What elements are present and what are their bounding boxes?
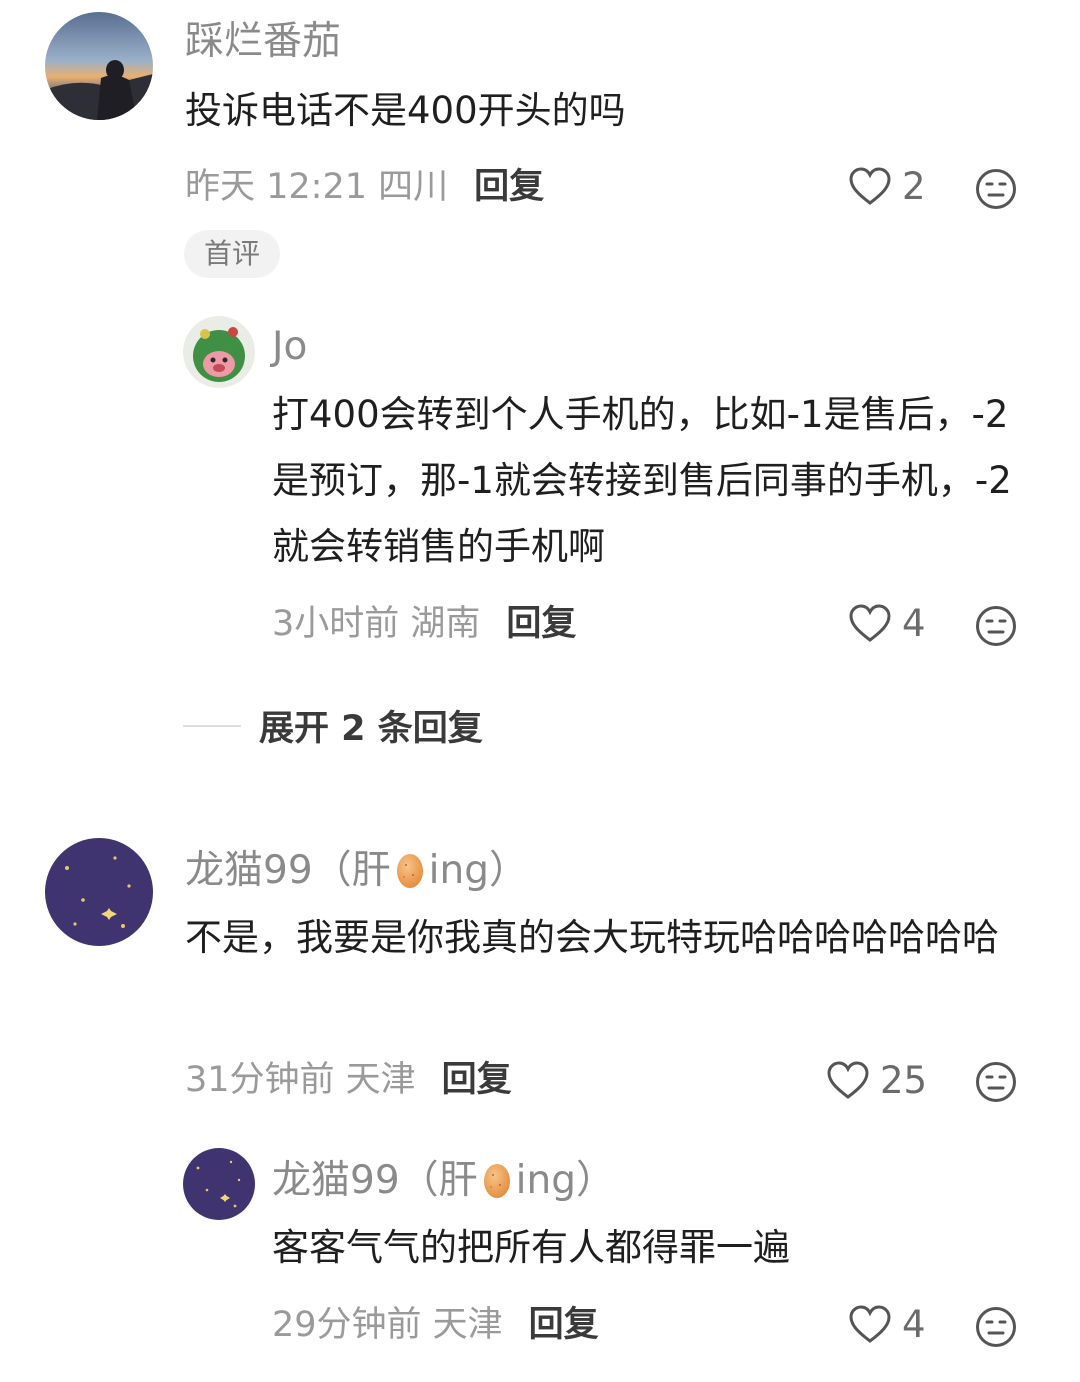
reply-avatar[interactable] [183,1148,255,1220]
reply-button[interactable]: 回复 [529,1305,599,1345]
username-suffix: ing） [515,1158,615,1203]
heart-icon [827,1061,869,1099]
comment-meta: 昨天 12:21 四川 回复 [185,170,544,205]
heart-icon [849,167,891,205]
first-comment-badge: 首评 [184,230,281,278]
comment-text: 投诉电话不是400开头的吗 [185,89,626,132]
meh-face-icon[interactable] [975,1306,1017,1348]
commenter-avatar[interactable] [45,12,153,120]
like-button[interactable]: 25 [826,1060,927,1100]
comment-time-location: 昨天 12:21 四川 [185,167,449,207]
comment-username[interactable]: 踩烂番茄 [185,22,341,61]
expand-replies-label: 展开 2 条回复 [259,709,483,749]
green-plush-avatar [183,316,255,388]
like-count: 25 [880,1058,928,1102]
reply-time-location: 29分钟前 天津 [272,1305,503,1345]
username-prefix: 龙猫99（肝 [272,1158,478,1203]
heart-icon [849,1305,891,1343]
purple-stars-avatar [45,838,153,946]
meh-face-icon[interactable] [975,168,1017,210]
egg-icon [396,854,423,888]
like-button[interactable]: 2 [848,166,926,206]
reply-text: 打400会转到个人手机的，比如-1是售后，-2是预订，那-1就会转接到售后同事的… [272,393,1012,568]
like-button[interactable]: 4 [848,1304,926,1344]
reply-button[interactable]: 回复 [474,167,544,207]
commenter-avatar[interactable] [45,838,153,946]
reply-avatar[interactable] [183,316,255,388]
reply-button[interactable]: 回复 [506,604,576,644]
divider-line [183,724,241,727]
reply-text: 客客气气的把所有人都得罪一遍 [272,1226,790,1269]
comment-time-location: 31分钟前 天津 [185,1060,416,1100]
purple-stars-avatar [183,1148,255,1220]
like-count: 2 [902,164,926,208]
mountain-person-avatar [45,12,153,120]
comment-username[interactable]: 龙猫99（肝 ing） [185,849,528,890]
heart-icon [849,604,891,642]
reply-username[interactable]: Jo [272,327,307,366]
egg-icon [483,1164,510,1198]
like-count: 4 [902,601,926,645]
username-suffix: ing） [428,848,528,893]
like-count: 4 [902,1302,926,1346]
like-button[interactable]: 4 [848,603,926,643]
reply-time-location: 3小时前 湖南 [272,604,481,644]
expand-replies-button[interactable]: 展开 2 条回复 [183,700,483,751]
reply-username[interactable]: 龙猫99（肝 ing） [272,1159,615,1200]
reply-button[interactable]: 回复 [442,1060,512,1100]
reply-meta: 29分钟前 天津 回复 [272,1308,599,1343]
meh-face-icon[interactable] [975,605,1017,647]
comment-meta: 31分钟前 天津 回复 [185,1063,512,1098]
comment-text: 不是，我要是你我真的会大玩特玩哈哈哈哈哈哈哈 [185,916,999,959]
reply-meta: 3小时前 湖南 回复 [272,607,576,642]
meh-face-icon[interactable] [975,1061,1017,1103]
username-prefix: 龙猫99（肝 [185,848,391,893]
